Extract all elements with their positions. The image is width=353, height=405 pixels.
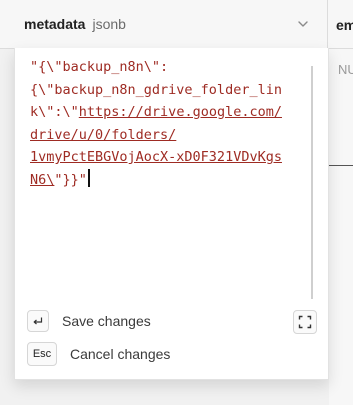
- grid-header: metadata jsonb em: [0, 0, 353, 49]
- chevron-down-icon[interactable]: [297, 18, 309, 30]
- save-changes-row[interactable]: Save changes: [27, 310, 151, 332]
- editor-line: {\"backup_n8n_gdrive_folder_lin: [30, 81, 282, 98]
- editor-scrollbar[interactable]: [311, 66, 313, 299]
- next-column-cell[interactable]: [329, 49, 353, 405]
- editor-link-text: 1vmyPctEBGVojAocX-xD0F321VDvKgs: [30, 149, 282, 165]
- editor-line: "}}": [54, 171, 87, 188]
- expand-icon: [298, 315, 312, 329]
- cancel-changes-row[interactable]: Esc Cancel changes: [27, 342, 170, 366]
- column-header-metadata[interactable]: metadata jsonb: [14, 0, 328, 48]
- text-caret: [87, 168, 90, 187]
- esc-key: Esc: [27, 342, 57, 366]
- json-cell-editor[interactable]: "{\"backup_n8n\": {\"backup_n8n_gdrive_f…: [14, 48, 329, 380]
- editor-line: k\":\": [30, 104, 79, 120]
- cancel-changes-label[interactable]: Cancel changes: [70, 346, 170, 362]
- editor-link-text: drive/u/0/folders/: [30, 126, 177, 143]
- enter-key-icon: [27, 310, 49, 332]
- editor-link-text: https://drive.google.com/: [78, 104, 282, 120]
- next-column-header[interactable]: em: [336, 17, 353, 33]
- column-name: metadata: [24, 16, 86, 32]
- editor-link-text: N6\: [30, 171, 55, 188]
- column-type: jsonb: [92, 16, 126, 32]
- editor-line: "{\"backup_n8n\":: [30, 59, 169, 75]
- json-editor-textarea[interactable]: "{\"backup_n8n\": {\"backup_n8n_gdrive_f…: [30, 56, 316, 191]
- save-changes-label[interactable]: Save changes: [62, 313, 151, 329]
- expand-button[interactable]: [293, 310, 317, 334]
- next-cell-value: NU: [338, 62, 353, 77]
